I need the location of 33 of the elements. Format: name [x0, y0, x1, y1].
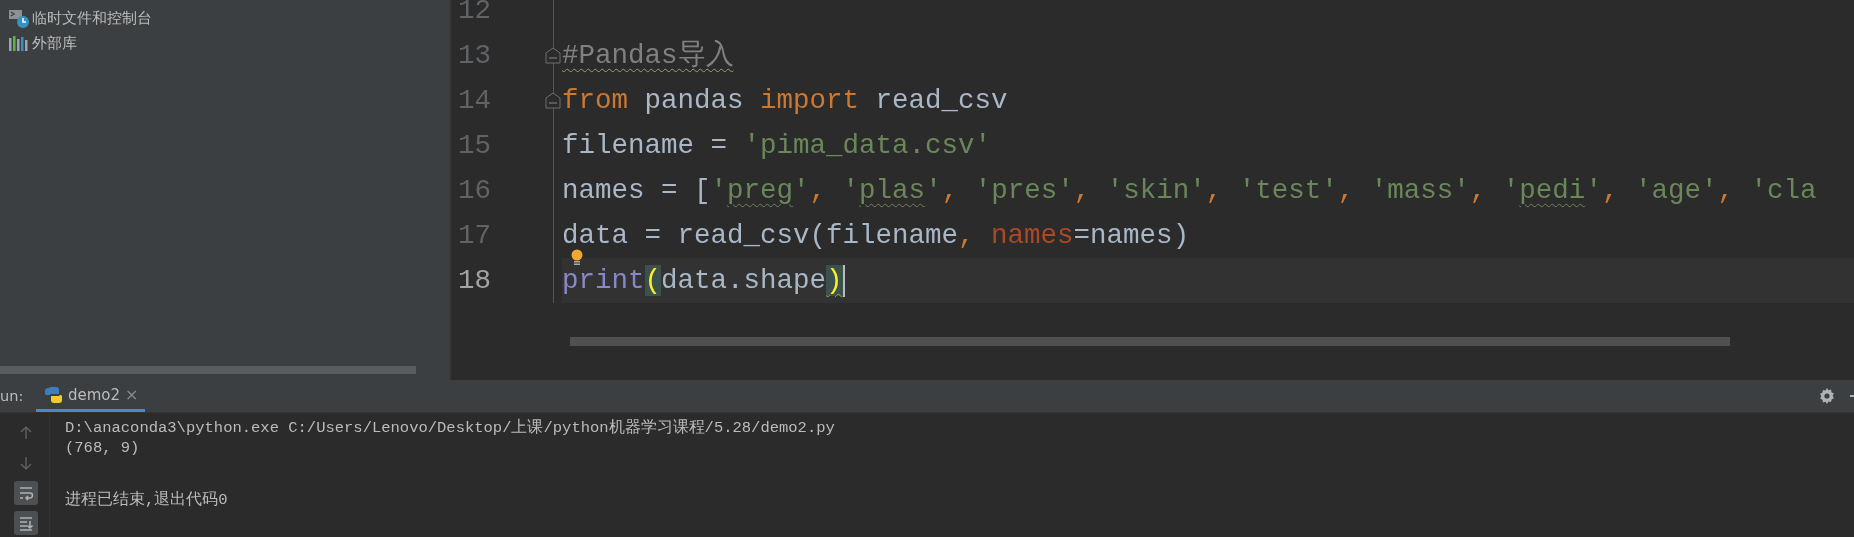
console-line: 进程已结束,退出代码0 — [65, 490, 229, 510]
line-number: 15 — [457, 130, 492, 161]
fold-icon[interactable] — [545, 92, 561, 109]
console-line: (768, 9) — [65, 438, 141, 458]
text-cursor — [842, 264, 845, 297]
line-number: 17 — [457, 220, 492, 251]
horizontal-scrollbar[interactable] — [0, 366, 416, 374]
code-line: #Pandas导入 — [562, 42, 734, 69]
line-number: 14 — [457, 85, 492, 116]
scratch-clock-icon — [8, 8, 29, 28]
code-line: from pandas import read_csv — [562, 87, 1008, 114]
bars-icon — [8, 34, 29, 52]
line-number: 13 — [457, 40, 492, 71]
code-line: names = ['preg', 'plas', 'pres', 'skin', 'test', 'mass', 'pedi', 'age', 'cla — [562, 177, 1817, 204]
down-arrow-icon[interactable] — [17, 455, 34, 471]
code-line: print(data.shape) — [562, 267, 843, 294]
scroll-to-end-icon[interactable] — [17, 515, 34, 531]
line-number: 18 — [457, 265, 492, 296]
tree-item[interactable]: 外部库 — [32, 33, 77, 53]
code-line: filename = 'pima_data.csv' — [562, 132, 992, 159]
tree-item[interactable]: 临时文件和控制台 — [32, 8, 152, 28]
console-line: D:\anaconda3\python.exe C:/Users/Lenovo/Desktop/上课/python机器学习课程/5.28/demo2.py — [65, 418, 835, 438]
settings-icon[interactable] — [1818, 387, 1836, 405]
line-number: 12 — [457, 0, 492, 26]
code-line: data = read_csv(filename, names=names) — [562, 222, 1190, 249]
python-icon — [44, 385, 63, 404]
fold-icon[interactable] — [545, 47, 561, 64]
soft-wrap-icon[interactable] — [17, 485, 34, 501]
lightbulb-icon[interactable] — [570, 249, 584, 265]
panel-label: un: — [0, 388, 25, 404]
horizontal-scrollbar[interactable] — [570, 337, 1730, 346]
line-number: 16 — [457, 175, 492, 206]
run-tab[interactable]: demo2 × — [36, 380, 145, 412]
